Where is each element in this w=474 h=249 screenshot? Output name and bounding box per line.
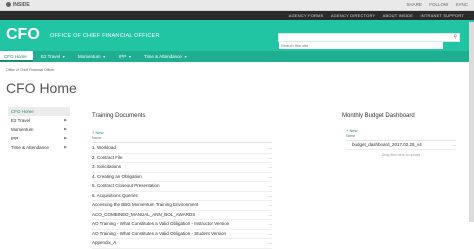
suite-actions: SHARE FOLLOW SYNC xyxy=(400,2,468,7)
top-nav: CFO Home E2 Travel ▼ Momentum ▼ IPP ▼ Time … xyxy=(0,51,474,62)
list-item[interactable]: 5. Contract Closeout Presentation... xyxy=(92,182,272,192)
suite-bar: INSIDE SHARE FOLLOW SYNC xyxy=(0,0,474,11)
item-menu-button[interactable]: ... xyxy=(268,144,272,153)
list-item[interactable]: 6. Acquisitions Queries... xyxy=(92,192,272,201)
chevron-right-icon: ▶ xyxy=(64,118,67,122)
list-item[interactable]: Appendix_A... xyxy=(92,239,272,249)
search-input[interactable] xyxy=(279,42,443,49)
leftnav-item-cfo-home[interactable]: CFO Home xyxy=(8,107,70,116)
page-title: CFO Home xyxy=(6,80,77,96)
link-agency-directory[interactable]: AGENCY DIRECTORY xyxy=(331,13,375,18)
site-search: ⚲ xyxy=(278,33,460,49)
chevron-down-icon: ▼ xyxy=(183,55,188,59)
item-menu-button[interactable]: ... xyxy=(268,154,272,163)
training-documents-title[interactable]: Training Documents xyxy=(92,113,145,119)
follow-button[interactable]: FOLLOW xyxy=(429,2,448,7)
budget-dashboard-list: + New Name budget_dashboard_2017.02.28_v… xyxy=(346,128,456,157)
tab-time-attendance[interactable]: Time & Attendance ▼ xyxy=(144,51,187,62)
item-menu-button[interactable]: ... xyxy=(268,239,272,248)
site-title[interactable]: OFFICE OF CHIEF FINANCIAL OFFICER xyxy=(50,33,160,39)
share-button[interactable]: SHARE xyxy=(406,2,422,7)
list-item[interactable]: AO Training - What Constitutes a Valid O… xyxy=(92,230,272,239)
item-menu-button[interactable]: ... xyxy=(268,182,272,191)
leftnav-item-time-attendance[interactable]: Time & Attendance ▶ xyxy=(8,143,70,152)
list-item[interactable]: Accessing the BBG Momentum Training Envi… xyxy=(92,201,272,211)
brand-icon xyxy=(6,2,11,8)
chevron-right-icon: ▶ xyxy=(64,145,67,149)
item-menu-button[interactable]: ... xyxy=(268,192,272,201)
chevron-down-icon: ▼ xyxy=(62,55,66,59)
leftnav-item-ipp[interactable]: IPP ▶ xyxy=(8,134,70,143)
link-intranet-support[interactable]: INTRANET SUPPORT xyxy=(420,13,464,18)
link-agency-forms[interactable]: AGENCY FORMS xyxy=(289,13,324,18)
list-item[interactable]: budget_dashboard_2017.02.28_v4... xyxy=(346,141,456,150)
global-links-bar: AGENCY FORMS AGENCY DIRECTORY ABOUT INSI… xyxy=(0,11,474,20)
chevron-down-icon: ▼ xyxy=(128,55,132,59)
upload-drop-zone[interactable]: Drag files here to upload xyxy=(346,153,456,157)
leftnav-item-momentum[interactable]: Momentum ▶ xyxy=(8,125,70,134)
column-header-name[interactable]: Name xyxy=(346,134,456,141)
budget-dashboard-title[interactable]: Monthly Budget Dashboard xyxy=(342,113,415,119)
tab-e2-travel[interactable]: E2 Travel ▼ xyxy=(41,51,65,62)
left-navigation: CFO Home E2 Travel ▶ Momentum ▶ IPP ▶ Time … xyxy=(8,107,70,152)
training-documents-list: + New Name 1. Workload... 2. Contract Fi… xyxy=(92,130,272,249)
search-icon[interactable]: ⚲ xyxy=(453,34,457,40)
item-menu-button[interactable]: ... xyxy=(268,211,272,220)
chevron-right-icon: ▶ xyxy=(64,127,67,131)
column-header-name[interactable]: Name xyxy=(92,136,272,143)
item-menu-button[interactable]: ... xyxy=(268,173,272,182)
tab-cfo-home[interactable]: CFO Home xyxy=(0,51,33,62)
site-header: CFO OFFICE OF CHIEF FINANCIAL OFFICER ⚲ xyxy=(0,20,474,51)
leftnav-item-e2-travel[interactable]: E2 Travel ▶ xyxy=(8,116,70,125)
item-menu-button[interactable]: ... xyxy=(268,163,272,172)
breadcrumb[interactable]: Office of Chief Financial Officer xyxy=(6,68,54,72)
scrollbar[interactable] xyxy=(469,22,474,222)
site-brand[interactable]: INSIDE xyxy=(6,2,30,8)
tab-ipp[interactable]: IPP ▼ xyxy=(119,51,132,62)
item-menu-button[interactable]: ... xyxy=(268,201,272,210)
list-item[interactable]: 3. Solicitations... xyxy=(92,163,272,173)
list-item[interactable]: 1. Workload... xyxy=(92,144,272,154)
list-item[interactable]: 4. Creating an Obligation... xyxy=(92,173,272,182)
list-item[interactable]: ACO_COMBINED_MANUAL_ANN_BOL_AWARDS... xyxy=(92,211,272,220)
item-menu-button[interactable]: ... xyxy=(268,230,272,239)
tab-momentum[interactable]: Momentum ▼ xyxy=(78,51,106,62)
item-menu-button[interactable]: ... xyxy=(268,220,272,229)
sync-button[interactable]: SYNC xyxy=(455,2,468,7)
chevron-down-icon: ▼ xyxy=(102,55,106,59)
site-logo[interactable]: CFO xyxy=(6,26,40,44)
chevron-right-icon: ▶ xyxy=(64,136,67,140)
item-menu-button[interactable]: ... xyxy=(452,141,456,149)
list-item[interactable]: AO Training - What Constitutes a Valid O… xyxy=(92,220,272,230)
link-about-inside[interactable]: ABOUT INSIDE xyxy=(383,13,414,18)
list-item[interactable]: 2. Contract File... xyxy=(92,154,272,163)
